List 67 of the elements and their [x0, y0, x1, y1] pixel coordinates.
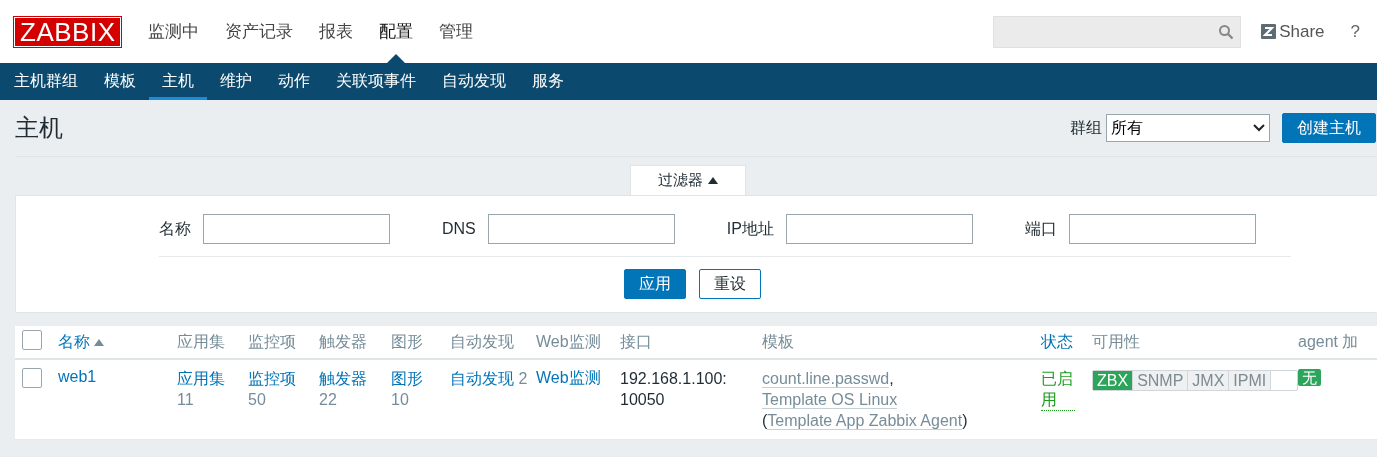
encryption-badge: 无	[1298, 369, 1321, 386]
reset-button[interactable]: 重设	[699, 269, 761, 299]
count-link[interactable]: 图形 10	[391, 368, 442, 410]
count-link[interactable]: 监控项 50	[248, 368, 311, 410]
sub-menu-item[interactable]: 动作	[265, 63, 323, 100]
interface-cell-text: 192.168.1.100: 10050	[620, 369, 728, 410]
field-label: 名称	[159, 218, 191, 239]
availability-badge: IPMI	[1229, 371, 1272, 390]
main-menu-item[interactable]: 配置	[366, 0, 427, 63]
availability-badge: ZBX	[1093, 371, 1134, 390]
sub-menu-item[interactable]: 主机	[149, 63, 207, 100]
sub-menu-item[interactable]: 主机群组	[1, 63, 91, 100]
column-header: 应用集	[177, 331, 225, 352]
availability-badge: SNMP	[1133, 371, 1189, 390]
count-link[interactable]: 触发器 22	[319, 368, 383, 410]
search-field[interactable]	[993, 15, 1242, 48]
input-field[interactable]	[487, 214, 675, 244]
group-label: 群组	[1070, 117, 1102, 138]
template-link[interactable]: Template OS Linux	[762, 391, 898, 409]
checkbox[interactable]	[22, 368, 42, 388]
help-link[interactable]: ?	[1350, 21, 1360, 42]
column-header: 触发器	[319, 331, 367, 352]
column-header: 监控项	[248, 331, 296, 352]
column-header: 可用性	[1092, 331, 1140, 352]
input-field[interactable]	[203, 214, 390, 244]
logo[interactable]: ZABBIX	[14, 16, 122, 47]
field-label: IP地址	[726, 218, 774, 239]
template-link[interactable]: Template App Zabbix Agent	[767, 412, 963, 430]
field-label: 端口	[1024, 218, 1057, 239]
column-header: Web监测	[536, 331, 601, 352]
host-link[interactable]: web1	[58, 368, 97, 385]
field-label: DNS	[442, 220, 476, 238]
column-header: 自动发现	[450, 331, 514, 352]
search-icon	[1218, 23, 1235, 40]
column-header: 接口	[620, 331, 652, 352]
share-logo-icon	[1261, 24, 1277, 39]
input-field[interactable]	[785, 214, 973, 244]
page-title: 主机	[15, 113, 63, 143]
main-menu-item[interactable]: 报表	[306, 0, 367, 63]
availability-badge: JMX	[1188, 371, 1230, 390]
column-header: 模板	[762, 331, 794, 352]
column-header: 图形	[391, 331, 423, 352]
sub-menu-item[interactable]: 模板	[91, 63, 149, 100]
main-menu-item[interactable]: 监测中	[135, 0, 213, 63]
sub-menu-item[interactable]: 服务	[519, 63, 577, 100]
sub-menu-item[interactable]: 自动发现	[429, 63, 519, 100]
main-menu-item[interactable]: 资产记录	[212, 0, 307, 63]
template-link[interactable]: count.line.passwd	[762, 370, 890, 388]
sub-menu-item[interactable]: 维护	[207, 63, 265, 100]
filter-tab[interactable]: 过滤器	[629, 165, 746, 195]
column-header: agent 加	[1298, 331, 1359, 352]
checkbox[interactable]	[22, 330, 42, 350]
column-header[interactable]: 名称	[58, 331, 90, 353]
share-link[interactable]: Share	[1279, 21, 1325, 42]
sub-menu-item[interactable]: 关联项事件	[323, 63, 429, 100]
group-select[interactable]: 所有	[1106, 114, 1270, 142]
count-link[interactable]: 自动发现 2	[450, 368, 528, 389]
web-link[interactable]: Web监测	[536, 369, 601, 386]
create-host-button[interactable]: 创建主机	[1282, 113, 1376, 143]
apply-button[interactable]: 应用	[624, 269, 686, 299]
main-menu-item[interactable]: 管理	[426, 0, 487, 63]
column-header[interactable]: 状态	[1041, 331, 1073, 353]
count-link[interactable]: 应用集 11	[177, 368, 240, 410]
input-field[interactable]	[1068, 214, 1256, 244]
status-link[interactable]: 已启用	[1041, 368, 1075, 411]
template-list: count.line.passwd, Template OS Linux (Template App Zabbix Agent)	[762, 368, 1025, 431]
chevron-down-icon	[1253, 124, 1265, 132]
